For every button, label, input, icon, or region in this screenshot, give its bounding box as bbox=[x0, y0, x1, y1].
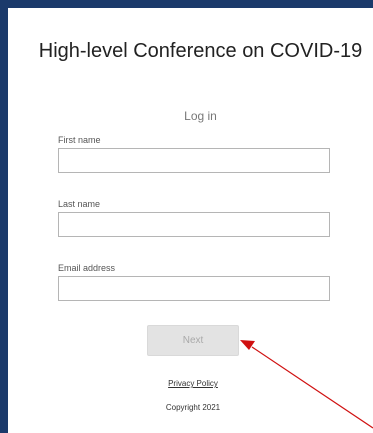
page-title: High-level Conference on COVID-19 bbox=[38, 40, 363, 62]
email-field[interactable] bbox=[58, 276, 330, 301]
login-card: High-level Conference on COVID-19 Log in… bbox=[8, 8, 373, 433]
last-name-field[interactable] bbox=[58, 212, 330, 237]
login-subtitle: Log in bbox=[184, 109, 217, 123]
privacy-policy-link[interactable]: Privacy Policy bbox=[148, 379, 238, 389]
next-button[interactable]: Next bbox=[147, 325, 239, 356]
first-name-label: First name bbox=[58, 135, 101, 145]
first-name-field[interactable] bbox=[58, 148, 330, 173]
last-name-label: Last name bbox=[58, 199, 101, 209]
copyright-text: Copyright 2021 bbox=[165, 403, 221, 412]
email-label: Email address bbox=[58, 263, 116, 273]
